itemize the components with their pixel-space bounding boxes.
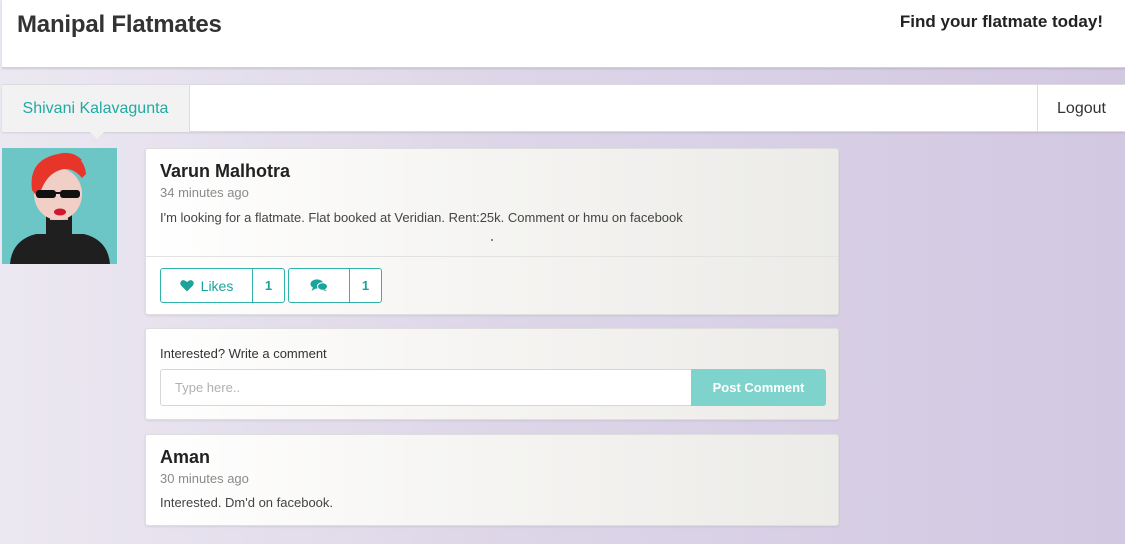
tagline: Find your flatmate today! bbox=[899, 12, 1103, 31]
post-divider bbox=[146, 256, 838, 257]
nav-user-link[interactable]: Shivani Kalavagunta bbox=[2, 85, 190, 132]
divider-dot bbox=[491, 239, 493, 241]
likes-button[interactable]: Likes 1 bbox=[160, 268, 285, 303]
brand-title[interactable]: Manipal Flatmates bbox=[17, 11, 222, 39]
top-header: Manipal Flatmates Find your flatmate tod… bbox=[2, 0, 1125, 68]
avatar-illustration bbox=[2, 148, 117, 264]
active-caret bbox=[90, 132, 104, 139]
post-text: I'm looking for a flatmate. Flat booked … bbox=[160, 210, 683, 225]
comments-count: 1 bbox=[361, 278, 370, 293]
navbar: Shivani Kalavagunta Logout bbox=[2, 84, 1125, 139]
likes-count: 1 bbox=[264, 278, 273, 293]
logout-link[interactable]: Logout bbox=[1037, 85, 1125, 132]
post-card: Varun Malhotra 34 minutes ago I'm lookin… bbox=[145, 148, 839, 315]
comments-icon bbox=[310, 279, 328, 292]
comments-button-main[interactable] bbox=[289, 269, 350, 302]
post-comment-button[interactable]: Post Comment bbox=[691, 369, 826, 406]
comments-button[interactable]: 1 bbox=[288, 268, 382, 303]
comment-prompt: Interested? Write a comment bbox=[160, 346, 327, 361]
comment-form: Interested? Write a comment Post Comment bbox=[145, 328, 839, 420]
comment-text: Interested. Dm'd on facebook. bbox=[160, 495, 334, 510]
likes-button-main[interactable]: Likes bbox=[161, 269, 253, 302]
comment-author[interactable]: Aman bbox=[160, 447, 210, 468]
comment-input[interactable] bbox=[160, 369, 692, 406]
post-timestamp: 34 minutes ago bbox=[160, 185, 249, 200]
likes-label: Likes bbox=[200, 277, 234, 294]
comment-timestamp: 30 minutes ago bbox=[160, 471, 249, 486]
heart-icon bbox=[179, 280, 194, 292]
comment-card: Aman 30 minutes ago Interested. Dm'd on … bbox=[145, 434, 839, 526]
post-author[interactable]: Varun Malhotra bbox=[160, 161, 290, 182]
avatar[interactable] bbox=[2, 148, 117, 264]
